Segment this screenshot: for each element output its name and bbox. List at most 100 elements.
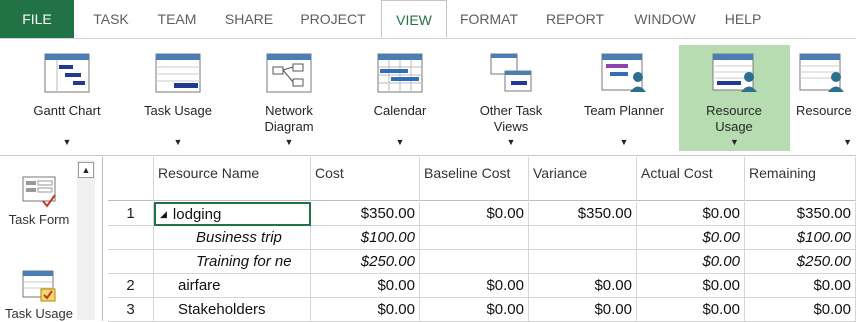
task-usage-icon bbox=[155, 53, 201, 93]
collapse-icon[interactable]: ◢ bbox=[160, 209, 167, 219]
baseline-cost-cell[interactable] bbox=[420, 250, 529, 274]
tab-share[interactable]: SHARE bbox=[216, 0, 282, 38]
view-bar-scrollbar[interactable]: ▲ bbox=[77, 160, 95, 320]
view-task-usage[interactable]: Task Usage bbox=[4, 269, 74, 321]
resource-name-cell[interactable]: ◢ lodging bbox=[154, 202, 311, 226]
cost-cell[interactable]: $350.00 bbox=[311, 202, 420, 226]
column-header-actual-cost[interactable]: Actual Cost bbox=[637, 157, 745, 201]
variance-cell[interactable]: $0.00 bbox=[529, 274, 637, 298]
variance-cell[interactable]: $350.00 bbox=[529, 202, 637, 226]
actual-cost-cell[interactable]: $0.00 bbox=[637, 250, 745, 274]
column-header-baseline-cost[interactable]: Baseline Cost bbox=[420, 157, 529, 201]
actual-cost-cell[interactable]: $0.00 bbox=[637, 274, 745, 298]
variance-cell[interactable] bbox=[529, 226, 637, 250]
variance-cell[interactable] bbox=[529, 250, 637, 274]
actual-cost-cell[interactable]: $0.00 bbox=[637, 226, 745, 250]
actual-cost-cell[interactable]: $0.00 bbox=[637, 202, 745, 226]
baseline-cost-cell[interactable]: $0.00 bbox=[420, 202, 529, 226]
tab-format[interactable]: FORMAT bbox=[452, 0, 526, 38]
row-id[interactable] bbox=[108, 226, 154, 250]
tab-task[interactable]: TASK bbox=[82, 0, 140, 38]
ribbon-tabs: FILE TASK TEAM SHARE PROJECT VIEW FORMAT… bbox=[0, 0, 856, 39]
tab-project[interactable]: PROJECT bbox=[292, 0, 374, 38]
row-id[interactable]: 3 bbox=[108, 298, 154, 322]
tab-view[interactable]: VIEW bbox=[381, 0, 447, 38]
column-header-resource-name[interactable]: Resource Name bbox=[154, 157, 311, 201]
select-all-header[interactable] bbox=[108, 157, 154, 201]
table-row[interactable]: 3 Stakeholders $0.00 $0.00 $0.00 $0.00 $… bbox=[108, 298, 856, 322]
network-diagram-label: Network Diagram bbox=[264, 103, 314, 134]
baseline-cost-cell[interactable] bbox=[420, 226, 529, 250]
cost-cell[interactable]: $0.00 bbox=[311, 298, 420, 322]
chevron-down-icon: ▼ bbox=[62, 137, 72, 147]
column-header-remaining[interactable]: Remaining bbox=[745, 157, 856, 201]
chevron-down-icon: ▼ bbox=[506, 137, 516, 147]
table-row[interactable]: Business trip $100.00 $0.00 $100.00 bbox=[108, 226, 856, 250]
gantt-chart-button[interactable]: Gantt Chart ▼ bbox=[20, 45, 114, 151]
table-row[interactable]: 2 airfare $0.00 $0.00 $0.00 $0.00 $0.00 bbox=[108, 274, 856, 298]
scroll-up-button[interactable]: ▲ bbox=[78, 162, 94, 178]
view-bar: Task Form Task Usage ▲ bbox=[0, 157, 103, 321]
chevron-down-icon: ▼ bbox=[619, 137, 629, 147]
remaining-cell[interactable]: $0.00 bbox=[745, 298, 856, 322]
chevron-down-icon: ▼ bbox=[173, 137, 183, 147]
variance-cell[interactable]: $0.00 bbox=[529, 298, 637, 322]
tab-report[interactable]: REPORT bbox=[535, 0, 615, 38]
task-usage-view-label: Task Usage bbox=[5, 306, 73, 321]
other-task-views-button[interactable]: Other Task Views ▼ bbox=[464, 45, 558, 151]
team-planner-button[interactable]: Team Planner ▼ bbox=[574, 45, 674, 151]
view-task-form[interactable]: Task Form bbox=[4, 175, 74, 227]
network-diagram-icon bbox=[266, 53, 312, 93]
chevron-down-icon: ▼ bbox=[284, 137, 294, 147]
assignment-name-cell[interactable]: Training for ne bbox=[154, 250, 311, 274]
resource-sheet-icon bbox=[799, 53, 844, 92]
resource-usage-button[interactable]: Resource Usage ▼ bbox=[679, 45, 790, 151]
network-diagram-button[interactable]: Network Diagram ▼ bbox=[242, 45, 336, 151]
chevron-down-icon: ▼ bbox=[730, 137, 739, 147]
team-planner-label: Team Planner bbox=[583, 103, 665, 118]
remaining-cell[interactable]: $100.00 bbox=[745, 226, 856, 250]
cost-cell[interactable]: $0.00 bbox=[311, 274, 420, 298]
task-usage-button[interactable]: Task Usage ▼ bbox=[131, 45, 225, 151]
column-header-variance[interactable]: Variance bbox=[529, 157, 637, 201]
task-form-icon bbox=[22, 176, 56, 208]
actual-cost-cell[interactable]: $0.00 bbox=[637, 298, 745, 322]
row-id[interactable]: 2 bbox=[108, 274, 154, 298]
remaining-cell[interactable]: $250.00 bbox=[745, 250, 856, 274]
baseline-cost-cell[interactable]: $0.00 bbox=[420, 298, 529, 322]
other-task-views-label: Other Task Views bbox=[479, 103, 543, 134]
cost-cell[interactable]: $100.00 bbox=[311, 226, 420, 250]
column-header-cost[interactable]: Cost bbox=[311, 157, 420, 201]
table-row[interactable]: Training for ne $250.00 $0.00 $250.00 bbox=[108, 250, 856, 274]
calendar-button[interactable]: Calendar ▼ bbox=[353, 45, 447, 151]
table-row[interactable]: 1 ◢ lodging $350.00 $0.00 $350.00 $0.00 $… bbox=[108, 202, 856, 226]
resource-name: lodging bbox=[172, 206, 222, 223]
gantt-chart-label: Gantt Chart bbox=[33, 103, 101, 118]
team-planner-icon bbox=[601, 53, 646, 92]
assignment-name-cell[interactable]: Business trip bbox=[154, 226, 311, 250]
remaining-cell[interactable]: $0.00 bbox=[745, 274, 856, 298]
row-id[interactable] bbox=[108, 250, 154, 274]
row-id[interactable]: 1 bbox=[108, 202, 154, 226]
resource-usage-table: Resource Name Cost Baseline Cost Varianc… bbox=[108, 157, 856, 322]
calendar-icon bbox=[377, 53, 423, 93]
cost-cell[interactable]: $250.00 bbox=[311, 250, 420, 274]
other-task-views-icon bbox=[490, 53, 532, 92]
remaining-cell[interactable]: $350.00 bbox=[745, 202, 856, 226]
chevron-down-icon: ▼ bbox=[843, 137, 852, 147]
resource-name-cell[interactable]: airfare bbox=[154, 274, 311, 298]
tab-help[interactable]: HELP bbox=[715, 0, 771, 38]
gantt-chart-icon bbox=[44, 53, 90, 93]
tab-file[interactable]: FILE bbox=[0, 0, 74, 38]
tab-team[interactable]: TEAM bbox=[148, 0, 206, 38]
resource-name-cell[interactable]: Stakeholders bbox=[154, 298, 311, 322]
task-usage-label: Task Usage bbox=[144, 103, 212, 118]
task-form-label: Task Form bbox=[8, 212, 70, 227]
task-usage-view-icon bbox=[22, 270, 56, 302]
baseline-cost-cell[interactable]: $0.00 bbox=[420, 274, 529, 298]
resource-usage-label: Resource Usage bbox=[706, 103, 762, 134]
resource-sheet-button[interactable]: Resource ▼ bbox=[794, 45, 856, 151]
ribbon: Gantt Chart ▼ Task Usage ▼ Network Diagr… bbox=[0, 39, 856, 156]
chevron-down-icon: ▼ bbox=[395, 137, 405, 147]
tab-window[interactable]: WINDOW bbox=[624, 0, 706, 38]
